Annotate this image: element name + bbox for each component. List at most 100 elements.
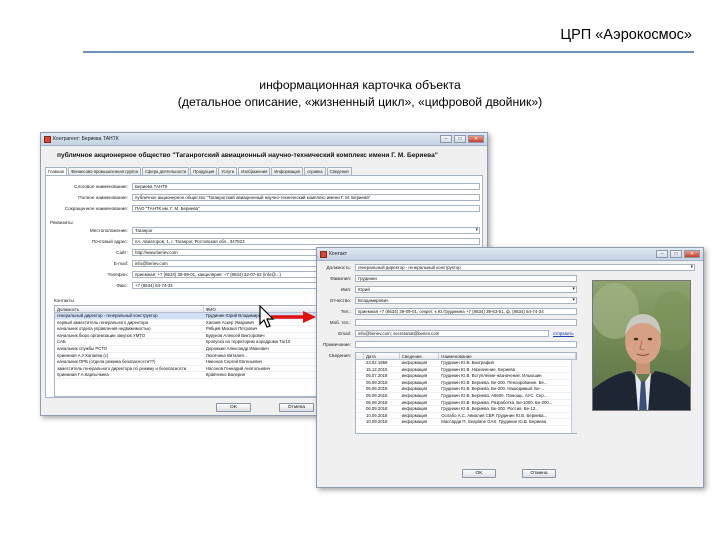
- site-label: Сайт:: [116, 250, 128, 255]
- column-header-position[interactable]: Должность: [55, 306, 204, 312]
- table-row[interactable]: начальник службы РСТО Дорожкин Александр …: [55, 346, 317, 353]
- table-row[interactable]: начальник отдела управления недвижимость…: [55, 326, 317, 333]
- tab-main[interactable]: Главная: [45, 167, 67, 175]
- contractor-cancel-button[interactable]: Отмена: [279, 403, 314, 412]
- tab-information[interactable]: Информация: [271, 167, 304, 175]
- app-icon: [44, 136, 51, 143]
- info-type-cell: информация: [401, 419, 428, 425]
- row-marker: [356, 360, 364, 366]
- note-field[interactable]: [355, 341, 577, 348]
- info-date-cell: 05.09.2018: [365, 386, 388, 392]
- table-row[interactable]: САБ пропуска на территорию аэродрома Таг1…: [55, 339, 317, 346]
- row-marker: [356, 413, 364, 419]
- info-grid-scrollbar[interactable]: [571, 360, 577, 433]
- tab-details[interactable]: Сведения: [326, 167, 352, 175]
- column-header-marker: [356, 353, 364, 359]
- column-header-type[interactable]: Сведение: [400, 353, 440, 359]
- contact-window-titlebar[interactable]: Контакт – □ ✕: [317, 248, 703, 261]
- table-row[interactable]: 15.12.2015 информация Грудинин Ю.В. Назнач…: [356, 367, 576, 374]
- patronymic-label: Отчество:: [329, 298, 351, 303]
- contact-email-field[interactable]: info@beriev.com; secretariat@beriev.com: [355, 330, 549, 337]
- table-row[interactable]: 06.09.2018 информация Грудинин Ю.В. Бериев…: [356, 406, 576, 413]
- table-row[interactable]: 05.09.2018 информация Грудинин Ю.В. Бериев…: [356, 386, 576, 393]
- close-button[interactable]: ✕: [684, 250, 700, 258]
- mobile-field[interactable]: [355, 319, 577, 326]
- location-label: Местоположение:: [89, 228, 128, 233]
- maximize-button[interactable]: □: [454, 135, 466, 143]
- table-row[interactable]: 23.02.1959 информация Грудинин Ю.В. Биогра…: [356, 360, 576, 367]
- org-full-name-heading: публичное акционерное общество "Таганрог…: [57, 152, 438, 159]
- tab-reference[interactable]: справка: [304, 167, 326, 175]
- info-title-cell: Массарди П. Seaplane GAS. Грудинин Ю.В. …: [441, 419, 547, 425]
- tab-financial-group[interactable]: Финансово-промышленная группа: [67, 167, 141, 175]
- contact-ok-button[interactable]: OK: [462, 469, 496, 478]
- table-row[interactable]: 10.09.2018 информация Ослабо А.С. Авиалия …: [356, 413, 576, 420]
- tab-products[interactable]: Продукция: [190, 167, 218, 175]
- abbr-name-field[interactable]: ПАО "ТАНТК им. Г. М. Бериева": [132, 205, 480, 212]
- row-marker: [356, 373, 364, 379]
- info-title-cell: Грудинин Ю.В. Бериева. Бе-200. Россия. Б…: [441, 406, 539, 412]
- full-name-label: Полное наименование:: [78, 195, 128, 200]
- table-row[interactable]: заместитель генерального директора по ре…: [55, 366, 317, 373]
- postal-field[interactable]: пл. Авиаторов, 1, г. Таганрог, Ростовска…: [132, 238, 480, 245]
- contact-position-cell: начальник ОРБ (отдела режима безопасност…: [57, 359, 156, 365]
- slide-subtitle-line1: информационная карточка объекта: [259, 78, 461, 92]
- contractor-window-titlebar[interactable]: Контрагент: Бериева ТАНТК – □ ✕: [41, 133, 487, 146]
- portrait-image: [593, 281, 690, 410]
- row-marker: [356, 406, 364, 412]
- table-row[interactable]: 05.07.2018 информация Грудинин Ю.В. Вступл…: [356, 373, 576, 380]
- contact-fio-cell: Насонов Геннадий Анатольевич: [205, 365, 271, 371]
- row-marker: [356, 367, 364, 373]
- name-combo[interactable]: Юрий: [355, 286, 577, 293]
- slide-subtitle-line2: (детальное описание, «жизненный цикл», «…: [177, 95, 543, 109]
- maximize-button[interactable]: □: [670, 250, 682, 258]
- info-rows: 23.02.1959 информация Грудинин Ю.В. Биогра…: [356, 360, 576, 426]
- fax-label: Факс:: [116, 283, 128, 288]
- table-row[interactable]: приемная А.У.Хапаева (с) Люсячина Виталия…: [55, 353, 317, 360]
- send-email-link[interactable]: отправить: [553, 331, 574, 336]
- patronymic-combo[interactable]: Владимирович: [355, 297, 577, 304]
- info-date-cell: 23.02.1959: [365, 360, 388, 365]
- info-date-cell: 06.09.2018: [365, 399, 388, 405]
- tab-images[interactable]: Изображения: [238, 167, 271, 175]
- table-row[interactable]: приемная Г.А.Карпычкина Кравченко Валерия: [55, 372, 317, 379]
- full-name-field[interactable]: публичное акционерное общество "Таганрог…: [132, 194, 480, 201]
- table-row[interactable]: 10.09.2018 информация Массарди П. Seaplane…: [356, 419, 576, 426]
- contractor-ok-button[interactable]: OK: [216, 403, 251, 412]
- minimize-button[interactable]: –: [440, 135, 452, 143]
- contact-position-cell: начальник службы РСТО: [57, 345, 107, 351]
- contact-window-title: Контакт: [329, 251, 348, 257]
- table-row[interactable]: 05.09.2018 информация Грудинин Ю.В. Бериев…: [356, 380, 576, 387]
- surname-field[interactable]: Грудинин: [355, 275, 577, 282]
- minimize-button[interactable]: –: [656, 250, 668, 258]
- window-controls: – □ ✕: [656, 250, 700, 258]
- table-row[interactable]: начальник бюро организации закупок УМТО Б…: [55, 333, 317, 340]
- contact-fio-cell: Дорожкин Александр Иванович: [205, 345, 269, 351]
- row-marker: [356, 419, 364, 425]
- table-row[interactable]: 05.09.2018 информация Грудинин Ю.В. Бериев…: [356, 393, 576, 400]
- position-label: Должность:: [326, 265, 351, 270]
- table-row[interactable]: 06.09.2018 информация Грудинин Ю.В. Бериев…: [356, 400, 576, 407]
- tab-activity[interactable]: Сфера деятельности: [141, 167, 190, 175]
- abbr-name-label: Сокращенное наименование:: [64, 206, 128, 211]
- info-grid[interactable]: Дата Сведение Наименование 23.02.1959 инф…: [355, 352, 577, 434]
- location-combo[interactable]: Таганрог: [132, 227, 480, 234]
- info-date-cell: 05.07.2018: [365, 373, 388, 379]
- close-button[interactable]: ✕: [468, 135, 484, 143]
- tab-services[interactable]: Услуги: [218, 167, 238, 175]
- short-name-field[interactable]: Бериева ТАНТК: [132, 183, 480, 190]
- column-header-date[interactable]: Дата: [364, 353, 400, 359]
- info-date-cell: 10.09.2018: [365, 419, 388, 425]
- table-row[interactable]: начальник ОРБ (отдела режима безопасност…: [55, 359, 317, 366]
- contact-position-cell: первый заместитель генерального директор…: [57, 319, 149, 325]
- contact-cancel-button[interactable]: Отмена: [522, 469, 556, 478]
- position-combo[interactable]: генеральный директор - генеральный конст…: [355, 264, 695, 271]
- row-marker: [356, 386, 364, 392]
- contact-email-label: Email:: [338, 331, 351, 336]
- contact-phone-field[interactable]: приемная +7 (8634) 39-09-01, секрет. к Ю…: [355, 308, 577, 315]
- contact-position-cell: заместитель генерального директора по ре…: [57, 365, 187, 371]
- email-label: E-mail:: [113, 261, 128, 266]
- column-header-title[interactable]: Наименование: [439, 353, 576, 359]
- contact-fio-cell: пропуска на территорию аэродрома Таг10: [205, 339, 291, 345]
- info-title-cell: Грудинин Ю.В. Бериева. Разработка. Бе-10…: [441, 399, 553, 405]
